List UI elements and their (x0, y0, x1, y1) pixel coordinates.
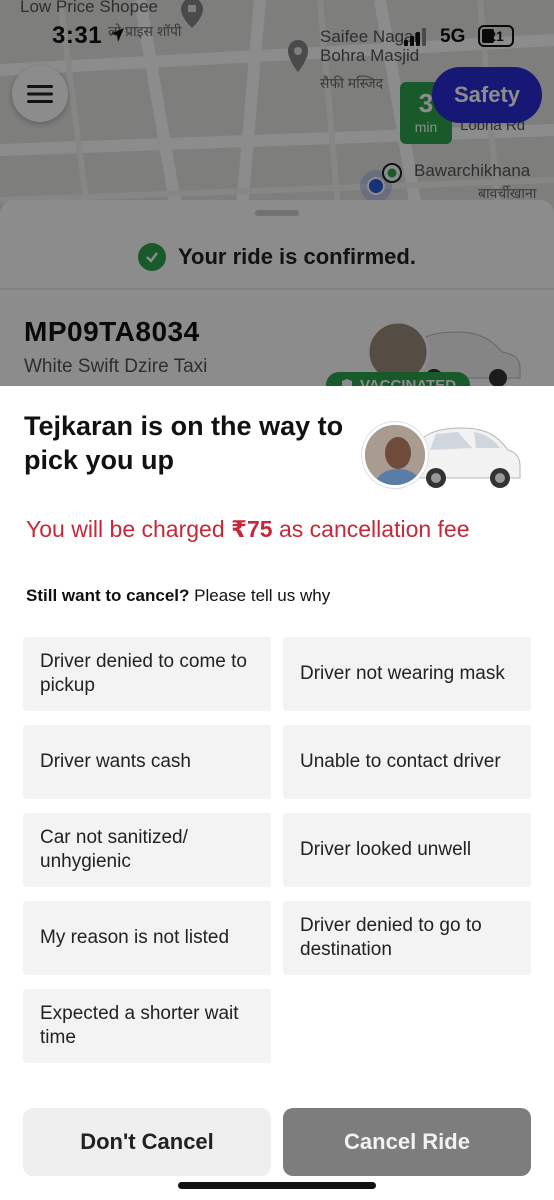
reason-option[interactable]: Driver looked unwell (283, 813, 531, 887)
reason-option[interactable]: Expected a shorter wait time (23, 989, 271, 1063)
reason-option[interactable]: Car not sanitized/ unhygienic (23, 813, 271, 887)
reason-option[interactable]: Driver wants cash (23, 725, 271, 799)
driver-car-image (362, 416, 522, 494)
home-indicator[interactable] (178, 1182, 376, 1189)
modal-overlay[interactable] (0, 0, 554, 386)
reason-option[interactable]: Driver denied to go to destination (283, 901, 531, 975)
sheet-title: Tejkaran is on the way to pick you up (24, 411, 344, 475)
fee-prefix: You will be charged (26, 516, 232, 542)
reason-option[interactable]: My reason is not listed (23, 901, 271, 975)
fee-amount: ₹75 (231, 516, 273, 542)
dont-cancel-button[interactable]: Don't Cancel (23, 1108, 271, 1176)
driver-avatar (362, 422, 428, 488)
cancel-ride-button[interactable]: Cancel Ride (283, 1108, 531, 1176)
reason-prompt-rest: Please tell us why (189, 586, 331, 605)
cancel-ride-sheet: Tejkaran is on the way to pick you up Yo… (0, 386, 554, 1200)
reason-prompt: Still want to cancel? Please tell us why (26, 586, 330, 606)
cancellation-fee-warning: You will be charged ₹75 as cancellation … (26, 516, 470, 543)
reason-option[interactable]: Driver not wearing mask (283, 637, 531, 711)
reason-grid: Driver denied to come to pickup Driver n… (23, 637, 531, 1063)
reason-option[interactable]: Driver denied to come to pickup (23, 637, 271, 711)
fee-suffix: as cancellation fee (272, 516, 470, 542)
reason-prompt-bold: Still want to cancel? (26, 586, 190, 605)
reason-option[interactable]: Unable to contact driver (283, 725, 531, 799)
